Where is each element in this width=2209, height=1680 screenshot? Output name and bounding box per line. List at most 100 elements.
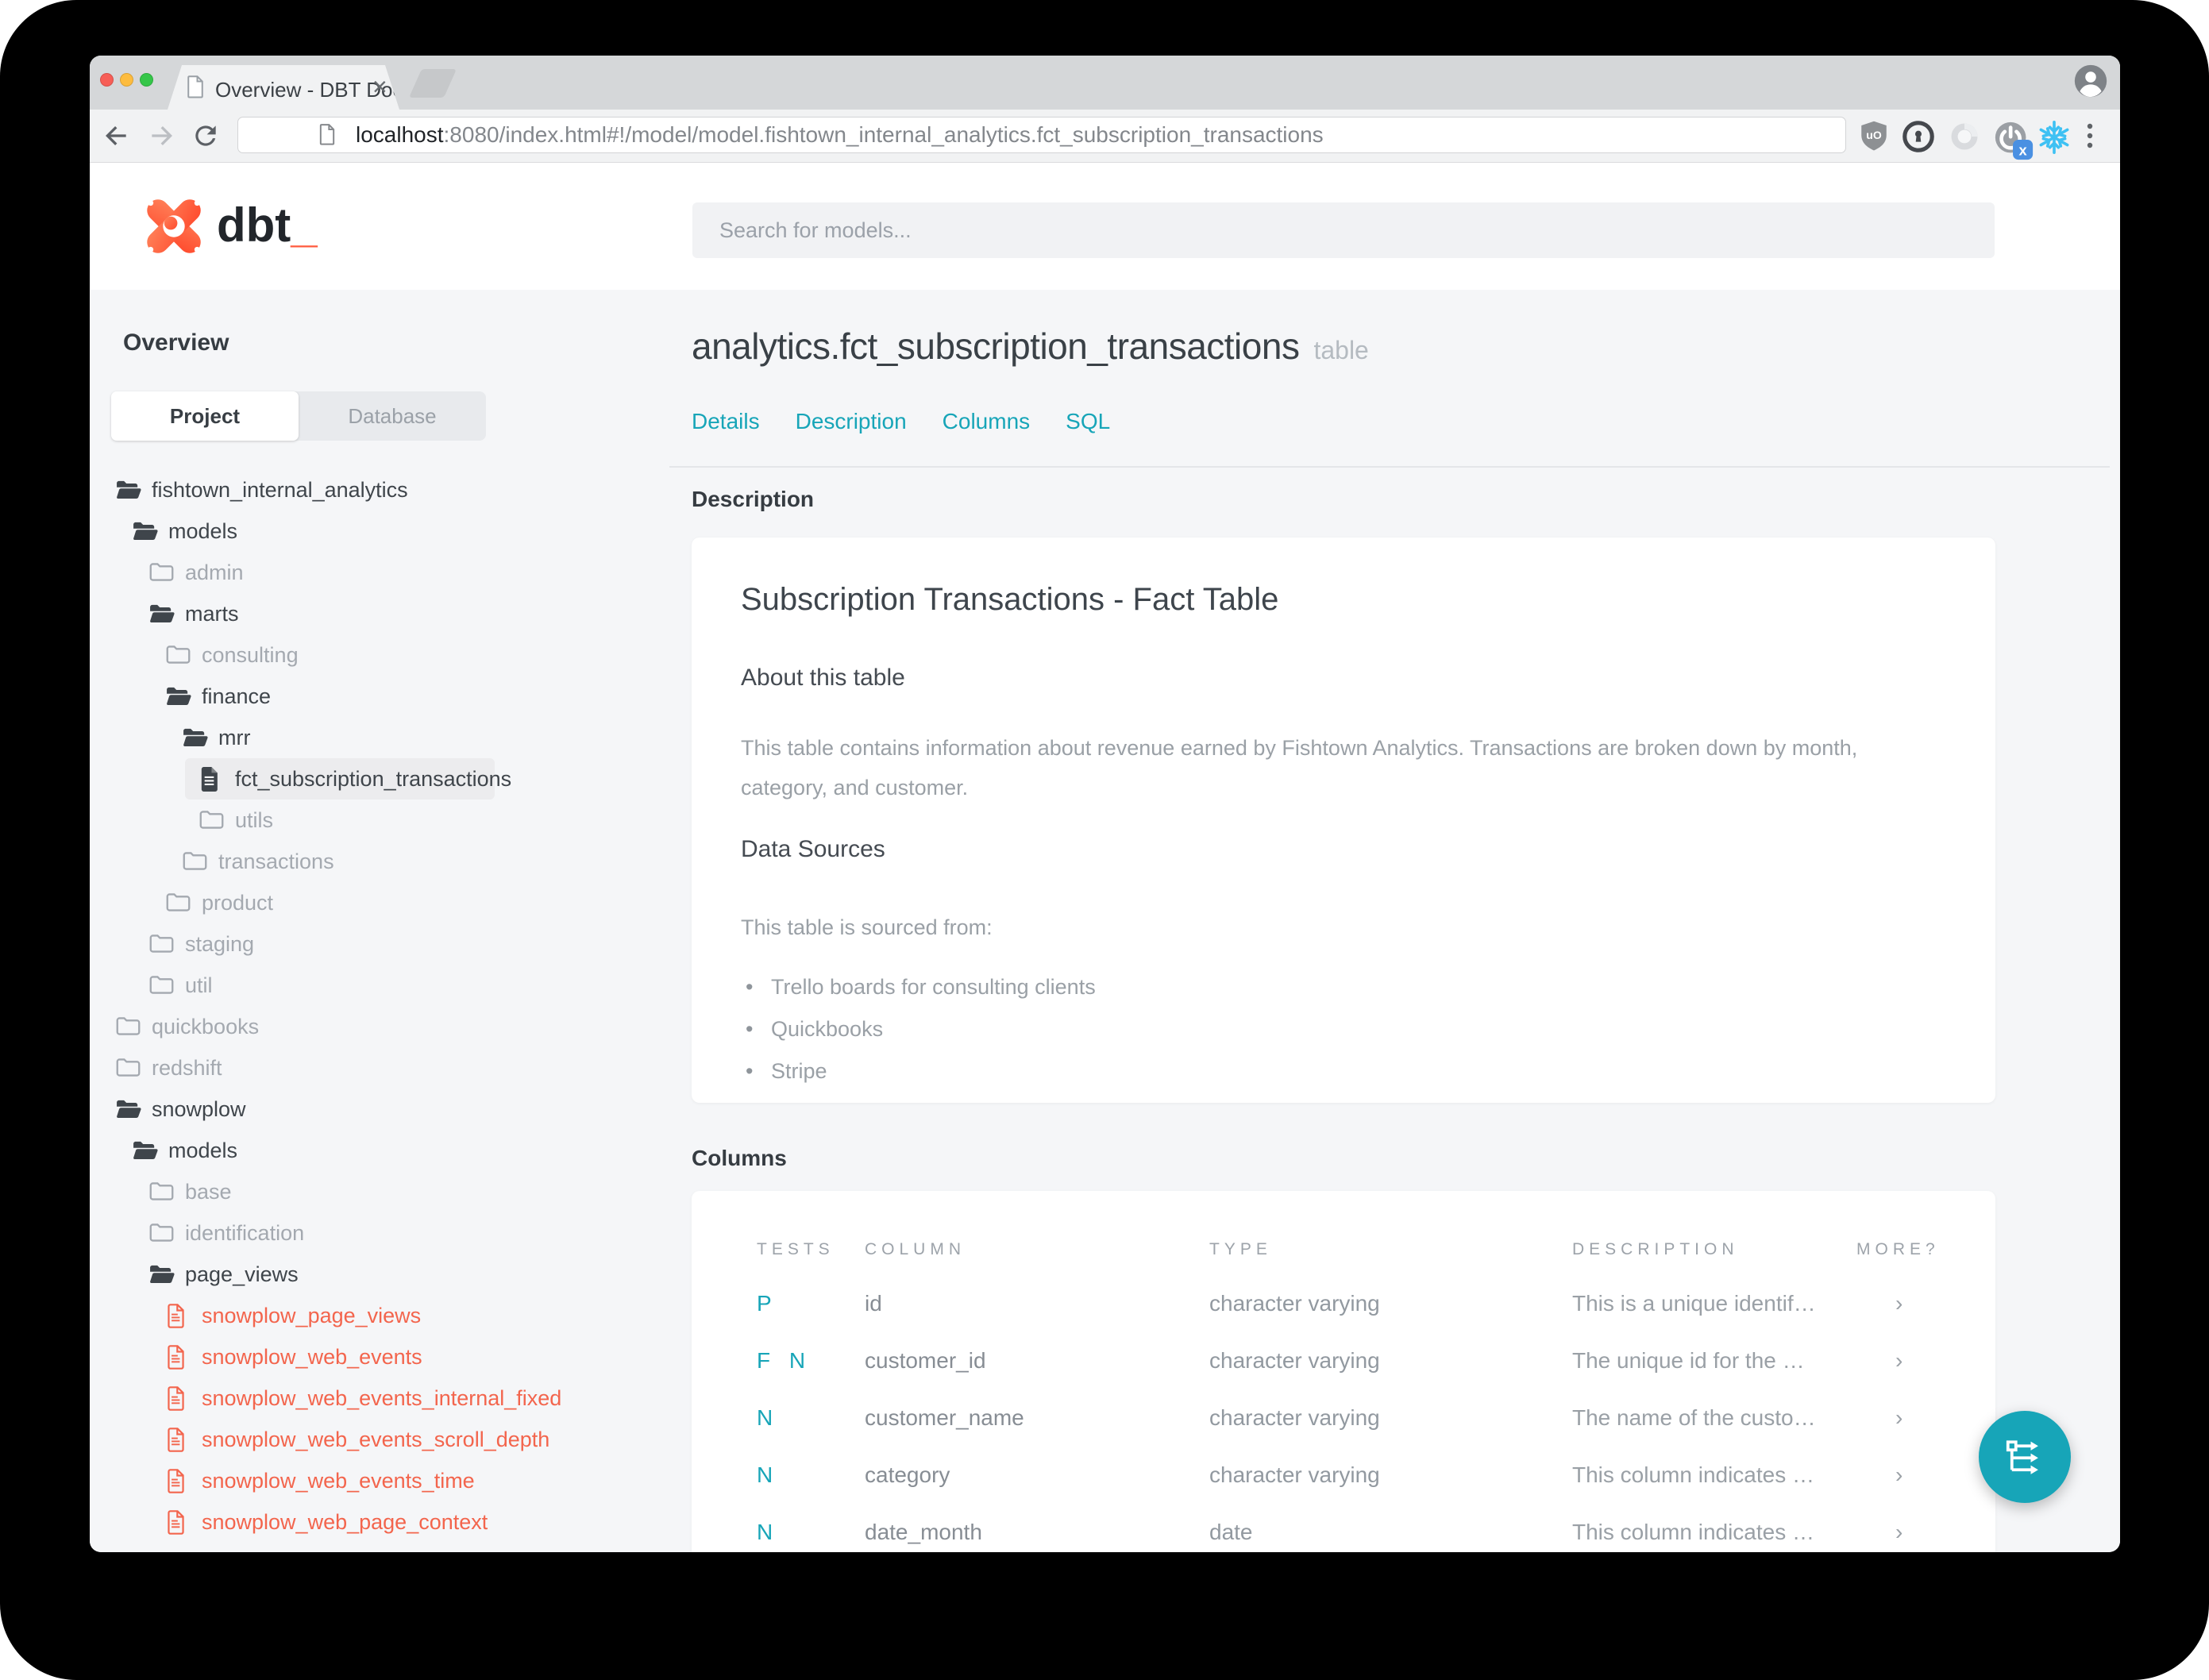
folder-closed-icon bbox=[115, 1015, 141, 1042]
column-description: The unique id for the … bbox=[1572, 1348, 1805, 1373]
reload-button[interactable] bbox=[191, 121, 221, 155]
tree-item-admin[interactable]: admin bbox=[90, 552, 646, 593]
snowflake-extension-icon[interactable] bbox=[2036, 119, 2072, 160]
tree-item-label: snowplow bbox=[152, 1097, 246, 1121]
folder-closed-icon bbox=[165, 643, 191, 670]
expand-row-chevron-icon[interactable]: › bbox=[1895, 1332, 1903, 1389]
tree-item-models[interactable]: models bbox=[90, 511, 646, 552]
model-nav-link-details[interactable]: Details bbox=[692, 409, 760, 434]
description-section-heading: Description bbox=[692, 487, 815, 511]
tree-item-page_views[interactable]: page_views bbox=[90, 1254, 646, 1295]
columns-card: TESTS COLUMN TYPE DESCRIPTION MORE? Pid chara… bbox=[692, 1191, 1995, 1552]
dbt-wordmark: dbt_ bbox=[217, 198, 318, 252]
browser-tab[interactable]: Overview - DBT Docs × bbox=[168, 65, 399, 110]
window-minimize-button[interactable] bbox=[120, 73, 133, 87]
sources-heading: Data Sources bbox=[741, 836, 885, 862]
tree-item-label: quickbooks bbox=[152, 1015, 260, 1038]
tree-item-label: fishtown_internal_analytics bbox=[152, 478, 408, 502]
tree-item-fishtown_internal_analytics[interactable]: fishtown_internal_analytics bbox=[90, 469, 646, 511]
address-bar[interactable]: localhost:8080/index.html#!/model/model.… bbox=[237, 117, 1846, 153]
power-extension-icon[interactable]: x bbox=[1991, 119, 2037, 166]
tree-item-snowplow_page_views[interactable]: snowplow_page_views bbox=[90, 1295, 646, 1336]
page-title: analytics.fct_subscription_transactions t… bbox=[692, 325, 1369, 368]
page-document-icon bbox=[185, 75, 206, 103]
tree-item-utils[interactable]: utils bbox=[90, 800, 646, 841]
model-file-error-icon bbox=[165, 1304, 187, 1332]
tree-item-fct_subscription_transactions[interactable]: fct_subscription_transactions bbox=[90, 758, 646, 800]
tree-item-label: identification bbox=[185, 1221, 305, 1245]
expand-row-chevron-icon[interactable]: › bbox=[1895, 1447, 1903, 1504]
back-button[interactable] bbox=[101, 121, 131, 155]
tree-item-quickbooks[interactable]: quickbooks bbox=[90, 1006, 646, 1047]
tab-strip: Overview - DBT Docs × bbox=[90, 56, 2120, 110]
app-header: dbt_ bbox=[90, 163, 2120, 290]
source-list-item: Stripe bbox=[741, 1050, 1096, 1092]
folder-closed-icon bbox=[199, 808, 225, 835]
tree-item-snowplow_web_events_time[interactable]: snowplow_web_events_time bbox=[90, 1460, 646, 1501]
folder-closed-icon bbox=[148, 973, 175, 1000]
column-row-id: Pid character varying This is a unique ide… bbox=[692, 1275, 1995, 1332]
column-name: customer_id bbox=[865, 1348, 986, 1373]
folder-open-icon bbox=[165, 684, 191, 711]
expand-row-chevron-icon[interactable]: › bbox=[1895, 1504, 1903, 1552]
model-nav-link-description[interactable]: Description bbox=[796, 409, 907, 434]
model-file-error-icon bbox=[165, 1469, 187, 1497]
onepassword-extension-icon[interactable] bbox=[1901, 119, 1936, 158]
tree-item-marts[interactable]: marts bbox=[90, 593, 646, 634]
tree-item-label: models bbox=[168, 519, 238, 543]
swirl-extension-icon[interactable] bbox=[1947, 119, 1982, 158]
model-nav: Details Description Columns SQL bbox=[692, 409, 1110, 434]
expand-row-chevron-icon[interactable]: › bbox=[1895, 1275, 1903, 1332]
tree-item-identification[interactable]: identification bbox=[90, 1212, 646, 1254]
browser-window: Overview - DBT Docs × localhost:8080/ind… bbox=[90, 56, 2120, 1552]
window-zoom-button[interactable] bbox=[140, 73, 153, 87]
column-header-description: DESCRIPTION bbox=[1572, 1240, 1739, 1258]
browser-menu-icon[interactable] bbox=[2084, 119, 2095, 158]
window-close-button[interactable] bbox=[100, 73, 114, 87]
tree-item-label: models bbox=[168, 1139, 238, 1162]
expand-row-chevron-icon[interactable]: › bbox=[1895, 1389, 1903, 1447]
model-nav-link-sql[interactable]: SQL bbox=[1066, 409, 1110, 434]
forward-button[interactable] bbox=[147, 121, 177, 155]
tree-item-label: snowplow_web_events_internal_fixed bbox=[202, 1386, 562, 1410]
toggle-tab-database[interactable]: Database bbox=[299, 391, 486, 441]
new-tab-button[interactable] bbox=[408, 69, 457, 98]
tree-item-snowplow_web_events_scroll_depth[interactable]: snowplow_web_events_scroll_depth bbox=[90, 1419, 646, 1460]
test-badges: N bbox=[757, 1405, 780, 1430]
tree-item-label: snowplow_web_events_time bbox=[202, 1469, 475, 1493]
dbt-logo-icon[interactable] bbox=[139, 191, 209, 265]
tree-item-transactions[interactable]: transactions bbox=[90, 841, 646, 882]
tree-item-mrr[interactable]: mrr bbox=[90, 717, 646, 758]
close-tab-icon[interactable]: × bbox=[372, 72, 387, 102]
tree-item-models[interactable]: models bbox=[90, 1130, 646, 1171]
lineage-graph-fab[interactable] bbox=[1979, 1411, 2071, 1503]
tree-item-snowplow_web_events[interactable]: snowplow_web_events bbox=[90, 1336, 646, 1378]
tree-item-util[interactable]: util bbox=[90, 965, 646, 1006]
tree-item-consulting[interactable]: consulting bbox=[90, 634, 646, 676]
tree-item-product[interactable]: product bbox=[90, 882, 646, 923]
model-nav-link-columns[interactable]: Columns bbox=[943, 409, 1030, 434]
ublock-extension-icon[interactable]: uO bbox=[1857, 119, 1891, 158]
tree-item-base[interactable]: base bbox=[90, 1171, 646, 1212]
url-path: :8080/index.html#!/model/model.fishtown_… bbox=[443, 122, 1324, 147]
tree-item-finance[interactable]: finance bbox=[90, 676, 646, 717]
search-input[interactable] bbox=[692, 202, 1995, 258]
column-description: The name of the custo… bbox=[1572, 1405, 1816, 1430]
column-description: This column indicates … bbox=[1572, 1462, 1815, 1487]
model-type-badge: table bbox=[1313, 336, 1369, 364]
tree-item-label: base bbox=[185, 1180, 232, 1204]
toggle-tab-project[interactable]: Project bbox=[111, 391, 299, 441]
profile-avatar-icon[interactable] bbox=[2073, 64, 2108, 102]
tree-item-snowplow_web_events_internal_fixed[interactable]: snowplow_web_events_internal_fixed bbox=[90, 1378, 646, 1419]
folder-closed-icon bbox=[148, 1180, 175, 1207]
column-header-column: COLUMN bbox=[865, 1240, 966, 1258]
column-type: date bbox=[1209, 1520, 1253, 1544]
sidebar-view-toggle: Project Database bbox=[111, 391, 486, 441]
folder-closed-icon bbox=[148, 932, 175, 959]
tree-item-redshift[interactable]: redshift bbox=[90, 1047, 646, 1089]
tree-item-snowplow[interactable]: snowplow bbox=[90, 1089, 646, 1130]
tree-item-snowplow_web_page_context[interactable]: snowplow_web_page_context bbox=[90, 1501, 646, 1543]
tree-item-label: snowplow_web_events_scroll_depth bbox=[202, 1428, 550, 1451]
tree-item-staging[interactable]: staging bbox=[90, 923, 646, 965]
tree-item-label: product bbox=[202, 891, 274, 915]
